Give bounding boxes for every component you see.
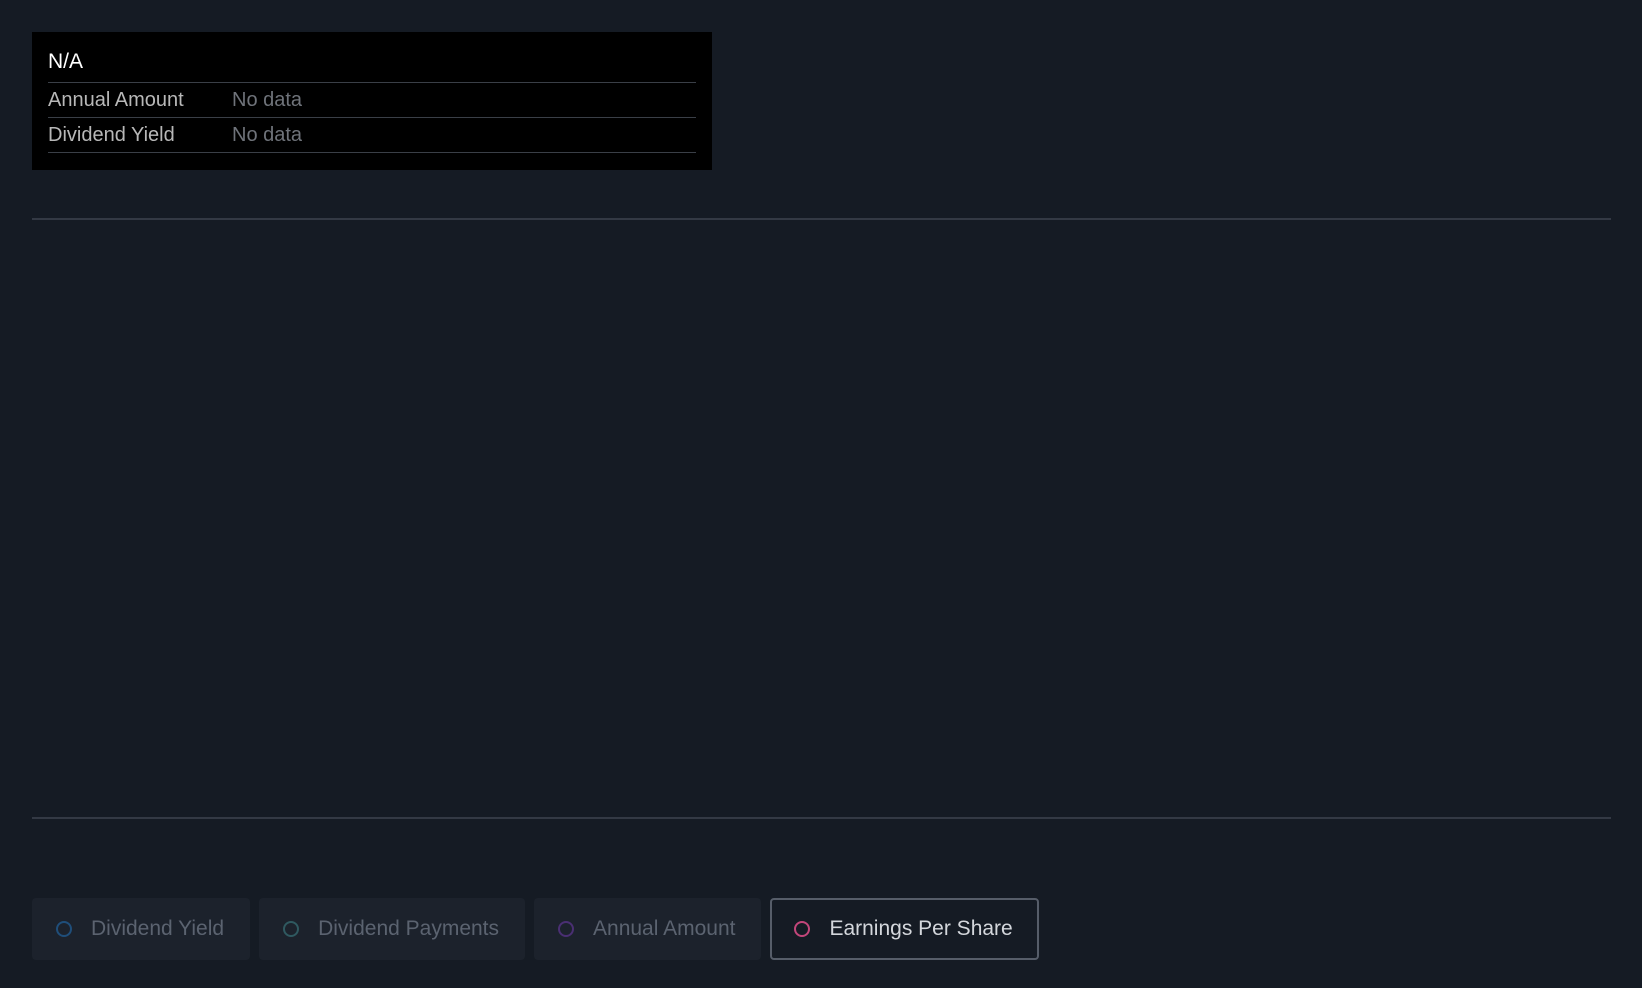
legend-label: Earnings Per Share [829, 917, 1013, 940]
tooltip-row-dividend-yield: Dividend Yield No data [48, 118, 696, 153]
legend-item-dividend-payments[interactable]: Dividend Payments [259, 898, 526, 960]
chart-bottom-axis [32, 817, 1611, 819]
legend-label: Dividend Payments [318, 917, 500, 940]
tooltip-row-annual-amount: Annual Amount No data [48, 83, 696, 118]
chart-top-border [32, 218, 1611, 220]
series-marker-icon [558, 921, 575, 937]
tooltip-label: Dividend Yield [48, 123, 175, 146]
legend-item-dividend-yield[interactable]: Dividend Yield [32, 898, 251, 960]
series-marker-icon [283, 921, 300, 937]
legend-item-earnings-per-share[interactable]: Earnings Per Share [770, 898, 1039, 960]
tooltip-title: N/A [48, 32, 696, 83]
legend-label: Dividend Yield [91, 917, 225, 940]
legend-label: Annual Amount [593, 917, 736, 940]
tooltip-value: No data [232, 123, 303, 146]
chart-page: N/A Annual Amount No data Dividend Yield… [0, 0, 1642, 988]
legend-item-annual-amount[interactable]: Annual Amount [534, 898, 762, 960]
chart-tooltip: N/A Annual Amount No data Dividend Yield… [32, 32, 712, 170]
series-marker-icon [56, 921, 72, 937]
tooltip-label: Annual Amount [48, 88, 184, 111]
tooltip-value: No data [232, 88, 303, 111]
chart-legend: Dividend Yield Dividend Payments Annual … [32, 898, 1039, 960]
series-marker-icon [794, 921, 811, 937]
